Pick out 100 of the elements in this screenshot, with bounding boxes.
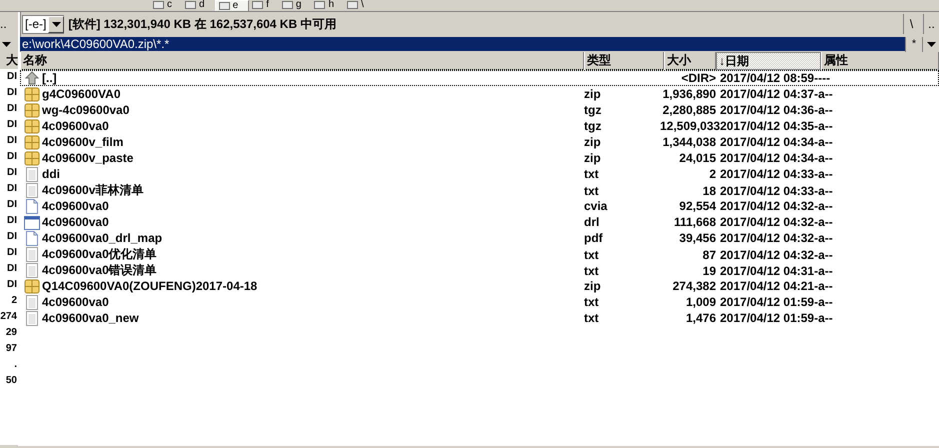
file-date: 2017/04/12 04:32 [719,231,814,245]
file-row[interactable]: wg-4c09600va0 tgz 2,280,885 2017/04/12 04:36-a-- [20,102,939,118]
drive-icon [153,1,164,9]
file-date: 2017/04/12 08:59 [719,71,814,85]
file-attributes: -a-- [814,295,833,309]
file-type: txt [584,167,599,181]
file-row[interactable]: 4c09600va0 txt 1,009 2017/04/12 01:59-a-- [20,294,939,310]
drive-button[interactable]: f [249,0,279,10]
file-icon [25,230,39,246]
file-type: cvia [584,199,608,213]
file-attributes: ---- [814,71,830,85]
drive-button[interactable]: h [311,0,344,10]
file-date: 2017/04/12 04:32 [719,248,814,262]
file-row[interactable]: 4c09600va0 cvia 92,554 2017/04/12 04:32-a-- [20,198,939,214]
archive-icon [24,278,40,294]
file-attributes: -a-- [814,151,833,165]
file-name: Q14C09600VA0(ZOUFENG)2017-04-18 [42,279,258,293]
file-attributes: -a-- [814,119,833,133]
file-name: g4C09600VA0 [42,87,120,101]
file-size: 39,456 [679,231,716,245]
file-row[interactable]: [..] <DIR> 2017/04/12 08:59---- [20,70,939,86]
file-name: 4c09600va0_new [42,311,139,325]
file-row[interactable]: 4c09600va0_new txt 1,476 2017/04/12 01:59-a-- [20,310,939,326]
file-size: 24,015 [679,151,716,165]
file-type: zip [584,151,601,165]
file-attributes: -a-- [814,103,833,117]
size-text: DI [7,199,17,210]
path-button[interactable]: \ [903,14,919,34]
drive-button[interactable]: \ [344,0,374,10]
file-icon [25,198,39,214]
size-text: DI [7,167,17,178]
size-text: 274 [0,311,17,322]
column-header: 大 [6,53,18,67]
file-row[interactable]: 4c09600va0优化清单 txt 87 2017/04/12 04:32-a-- [20,246,939,262]
path-bar[interactable]: e:\work\4C09600VA0.zip\*.* [20,37,905,51]
file-row[interactable]: 4c09600va0_drl_map pdf 39,456 2017/04/12 04:32-a-- [20,230,939,246]
file-attributes: -a-- [814,279,833,293]
column-header[interactable]: ↓日期 [716,52,821,70]
text-file-icon [25,263,39,278]
file-row[interactable]: 4c09600va0 drl 111,668 2017/04/12 04:32-a-- [20,214,939,230]
file-row[interactable]: ddi txt 2 2017/04/12 04:33-a-- [20,166,939,182]
file-row[interactable]: g4C09600VA0 zip 1,936,890 2017/04/12 04:37-a-- [20,86,939,102]
file-row[interactable]: 4c09600va0错误清单 txt 19 2017/04/12 04:31-a-- [20,262,939,278]
drive-icon [218,2,230,10]
drive-button[interactable]: d [182,0,215,10]
path-button[interactable]: .. [923,14,939,34]
size-text: DI [7,215,17,226]
file-date: 2017/04/12 04:33 [719,184,814,198]
file-size: 12,509,033 [660,119,720,133]
file-type: txt [584,264,599,278]
size-text: 50 [6,375,17,386]
file-attributes: -a-- [814,311,833,325]
size-text: DI [7,279,17,290]
caret-icon [2,42,11,46]
file-attributes: -a-- [814,264,833,278]
size-text: 29 [6,327,17,338]
file-row[interactable]: 4c09600v_film zip 1,344,038 2017/04/12 04:34-a-- [20,134,939,150]
file-date: 2017/04/12 04:32 [719,199,814,213]
file-attributes: -a-- [814,167,833,181]
text-file-icon [25,247,39,262]
file-attributes: -a-- [814,87,833,101]
drive-button[interactable]: c [150,0,182,10]
file-size: 1,936,890 [662,87,716,101]
file-type: drl [584,215,600,229]
file-row[interactable]: 4c09600v菲林清单 txt 18 2017/04/12 04:33-a-- [20,182,939,198]
file-name: 4c09600v_paste [42,151,134,165]
size-text: DI [7,151,17,162]
free-space-text: [软件] 132,301,940 KB 在 162,537,604 KB 中可用 [68,16,338,32]
file-name: 4c09600v菲林清单 [42,182,144,199]
file-size: 2 [709,167,716,181]
caret-icon [926,42,936,46]
size-text: . [14,359,17,370]
archive-icon [24,150,40,166]
file-date: 2017/04/12 01:59 [719,311,814,325]
file-date: 2017/04/12 04:32 [719,215,814,229]
file-row[interactable]: 4c09600va0 tgz 12,509,0332017/04/12 04:35-a-- [20,118,939,134]
size-text: DI [7,247,17,258]
file-name: 4c09600va0优化清单 [42,246,157,263]
file-type: txt [584,295,599,309]
file-size: 1,344,038 [662,135,716,149]
file-name: 4c09600va0错误清单 [42,262,157,279]
drive-button[interactable]: g [278,0,312,10]
file-size: 1,009 [686,295,716,309]
size-text: 97 [6,343,17,354]
file-attributes: -a-- [814,135,833,149]
file-row[interactable]: 4c09600v_paste zip 24,015 2017/04/12 04:34-a-- [20,150,939,166]
size-text: DI [7,135,17,146]
file-size: 111,668 [674,215,716,229]
drive-button[interactable]: e [214,0,250,11]
drive-dropdown[interactable]: [-e-] [22,14,64,34]
file-row[interactable]: Q14C09600VA0(ZOUFENG)2017-04-18 zip 274,382 2017/04/12 04:21-a-- [20,278,939,294]
file-size: 92,554 [679,199,716,213]
size-text: DI [7,87,17,98]
archive-icon [24,86,40,102]
file-attributes: -a-- [814,248,833,262]
file-name: 4c09600va0 [42,295,109,309]
file-name: [..] [42,71,57,85]
file-name: wg-4c09600va0 [42,103,130,117]
file-date: 2017/04/12 04:37 [719,87,814,101]
window-icon [24,214,40,230]
